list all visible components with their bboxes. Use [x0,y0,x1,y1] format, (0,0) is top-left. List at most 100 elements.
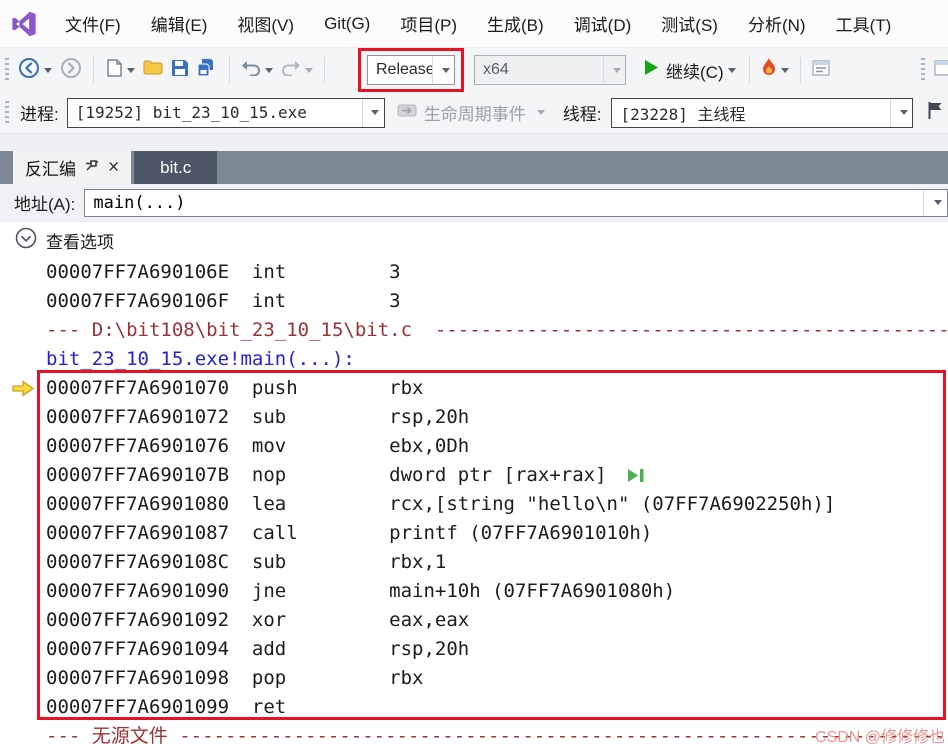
disassembly-view[interactable]: 00007FF7A690106E int 3 00007FF7A690106F i… [0,258,948,748]
tab-disassembly[interactable]: 反汇编 × [13,151,132,184]
close-icon[interactable]: × [108,158,119,177]
visual-studio-window: 文件(F) 编辑(E) 视图(V) Git(G) 项目(P) 生成(B) 调试(… [0,0,948,748]
process-combo[interactable]: [19252] bit_23_10_15.exe [66,97,385,128]
toolbar-separator [324,57,325,83]
asm-line[interactable]: 00007FF7A6901080 lea rcx,[string "hello\… [0,490,948,519]
asm-text: 00007FF7A6901099 ret [46,696,287,718]
solution-configuration-combo[interactable]: Release [367,55,455,85]
navigate-forward-button[interactable] [56,54,86,87]
clipped-toolbar-button[interactable] [930,56,948,85]
asm-line[interactable]: 00007FF7A6901072 sub rsp,20h [0,403,948,432]
asm-line[interactable]: 00007FF7A690106F int 3 [0,287,948,316]
address-label: 地址(A): [14,195,76,214]
asm-line[interactable]: 00007FF7A6901090 jne main+10h (07FF7A690… [0,577,948,606]
continue-button[interactable]: 继续(C) [638,55,742,86]
run-to-click-icon[interactable] [627,468,647,483]
asm-line[interactable]: 00007FF7A690106E int 3 [0,258,948,287]
chevron-down-circle-icon[interactable] [15,227,37,254]
new-file-icon [105,58,123,82]
asm-text: 00007FF7A6901070 push rbx [46,377,424,399]
asm-text: 00007FF7A690108C sub rbx,1 [46,551,447,573]
release-combo-annotation: Release [358,48,464,92]
asm-line[interactable]: 00007FF7A690107B nop dword ptr [rax+rax] [0,461,948,490]
menu-item-tools[interactable]: 工具(T) [821,6,907,41]
asm-line[interactable]: --- D:\bit108\bit_23_10_15\bit.c -------… [0,316,948,345]
asm-text: --- 无源文件 -------------------------------… [46,725,948,747]
viewing-options-label[interactable]: 查看选项 [46,228,114,253]
document-tab-strip: 反汇编 × bit.c [0,151,948,184]
asm-text: 00007FF7A6901094 add rsp,20h [46,638,470,660]
pin-icon[interactable] [85,158,99,178]
flag-icon [927,101,943,125]
solution-platform-combo[interactable]: x64 [474,55,626,85]
save-icon [171,59,189,82]
thread-combo[interactable]: [23228] 主线程 [611,97,914,128]
platform-dropdown-button[interactable] [603,56,625,84]
redo-icon [281,60,301,81]
menu-item-build[interactable]: 生成(B) [472,6,559,41]
toolbar-separator [93,57,94,83]
menu-item-git[interactable]: Git(G) [309,9,385,39]
menu-item-view[interactable]: 视图(V) [222,6,309,41]
menu-item-edit[interactable]: 编辑(E) [136,6,223,41]
asm-text: bit_23_10_15.exe!main(...): [46,348,355,370]
toolbar-grip[interactable] [921,58,925,82]
asm-line[interactable]: 00007FF7A690108C sub rbx,1 [0,548,948,577]
undo-button[interactable] [237,57,277,84]
address-dropdown-button[interactable] [923,189,947,216]
menu-item-project[interactable]: 项目(P) [385,6,472,41]
menu-item-test[interactable]: 测试(S) [646,6,733,41]
navigate-back-button[interactable] [14,54,56,87]
process-value: [19252] bit_23_10_15.exe [75,103,307,122]
tab-bit-c-label: bit.c [160,157,192,177]
play-icon [644,59,659,81]
address-value: main(...) [93,192,186,213]
asm-line[interactable]: 00007FF7A6901099 ret [0,693,948,722]
toolbar-separator [748,57,750,83]
asm-line[interactable]: 00007FF7A6901070 push rbx [0,374,948,403]
menu-item-analyze[interactable]: 分析(N) [733,6,821,41]
save-all-button[interactable] [193,55,222,85]
window-gap-band [0,134,948,151]
lifecycle-events-button: 生命周期事件 [397,100,545,125]
asm-line[interactable]: 00007FF7A6901094 add rsp,20h [0,635,948,664]
folder-icon [143,59,163,81]
asm-line[interactable]: 00007FF7A6901076 mov ebx,0Dh [0,432,948,461]
menu-item-file[interactable]: 文件(F) [50,6,136,41]
clipped-icon [934,59,948,82]
new-file-button[interactable] [101,56,139,85]
configuration-dropdown-button[interactable] [432,56,454,84]
process-dropdown-button[interactable] [361,98,384,127]
save-all-icon [197,58,218,82]
asm-line[interactable]: --- 无源文件 -------------------------------… [0,722,948,748]
asm-text: --- D:\bit108\bit_23_10_15\bit.c -------… [46,319,948,341]
asm-line[interactable]: 00007FF7A6901087 call printf (07FF7A6901… [0,519,948,548]
asm-text: 00007FF7A6901076 mov ebx,0Dh [46,435,470,457]
platform-value: x64 [483,61,509,78]
tab-disassembly-label: 反汇编 [25,160,76,179]
visual-studio-logo-icon [10,10,38,38]
open-folder-button[interactable] [139,56,167,84]
breakpoints-window-button[interactable] [808,57,834,84]
process-label: 进程: [20,105,59,124]
asm-text: 00007FF7A6901087 call printf (07FF7A6901… [46,522,653,544]
asm-line[interactable]: 00007FF7A6901092 xor eax,eax [0,606,948,635]
menu-item-debug[interactable]: 调试(D) [559,6,647,41]
asm-line[interactable]: bit_23_10_15.exe!main(...): [0,345,948,374]
redo-button[interactable] [277,57,317,84]
lifecycle-events-label: 生命周期事件 [423,105,526,124]
asm-line[interactable]: 00007FF7A6901098 pop rbx [0,664,948,693]
thread-label: 线程: [562,105,602,124]
asm-text: 00007FF7A6901090 jne main+10h (07FF7A690… [46,580,676,602]
hot-reload-button[interactable] [757,55,793,86]
toolbar-grip[interactable] [5,100,9,125]
debug-location-toolbar: 进程: [19252] bit_23_10_15.exe 生命周期事件 线程: … [0,92,948,134]
instruction-pointer-icon [12,380,35,397]
address-input[interactable]: main(...) [84,188,948,217]
thread-dropdown-button[interactable] [890,98,912,127]
menu-bar: 文件(F) 编辑(E) 视图(V) Git(G) 项目(P) 生成(B) 调试(… [0,0,948,48]
toolbar-grip[interactable] [5,58,9,82]
save-button[interactable] [167,56,193,85]
tab-bit-c[interactable]: bit.c [134,151,218,184]
flag-threads-button[interactable] [923,98,947,128]
